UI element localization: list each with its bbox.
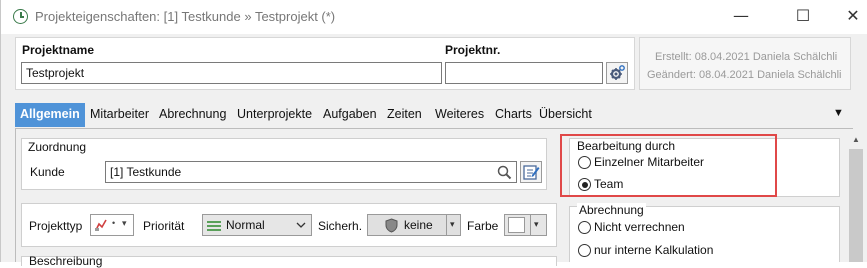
tab-unterprojekte[interactable]: Unterprojekte (237, 107, 312, 121)
tab-mitarbeiter[interactable]: Mitarbeiter (90, 107, 149, 121)
projektname-input[interactable]: Testprojekt (21, 62, 442, 84)
sicherh-value: keine (404, 218, 433, 232)
clock-icon (13, 9, 28, 24)
tabs-more-icon[interactable]: ▼ (833, 107, 844, 119)
color-swatch (508, 217, 525, 233)
tab-weiteres[interactable]: Weiteres (435, 107, 484, 121)
prioritaet-select[interactable]: Normal (202, 214, 312, 236)
chevron-down-icon: ▾ (122, 218, 127, 228)
radio-nicht-verrechnen[interactable] (578, 221, 591, 234)
chevron-down-icon (296, 222, 306, 228)
nicht-verrechnen-label[interactable]: Nicht verrechnen (594, 220, 685, 234)
gear-icon (610, 65, 625, 80)
changed-info: Geändert: 08.04.2021 Daniela Schälchli (647, 69, 842, 81)
split-divider (446, 215, 447, 235)
edit-kunde-button[interactable] (520, 161, 542, 183)
window-title: Projekteigenschaften: [1] Testkunde » Te… (35, 9, 336, 24)
prioritaet-label: Priorität (143, 219, 185, 233)
kunde-value: [1] Testkunde (110, 165, 182, 179)
tab-allgemein[interactable]: Allgemein (15, 103, 85, 127)
project-header: Projektname Testprojekt Projektnr. (15, 37, 635, 90)
created-info: Erstellt: 08.04.2021 Daniela Schälchli (655, 51, 838, 63)
farbe-label: Farbe (467, 219, 499, 233)
tab-charts[interactable]: Charts (495, 107, 532, 121)
tab-zeiten[interactable]: Zeiten (387, 107, 422, 121)
scrollbar-thumb[interactable] (849, 149, 863, 262)
farbe-select[interactable]: ▾ (504, 214, 547, 236)
projekttyp-select[interactable]: • ▾ (90, 214, 134, 236)
projektnr-label: Projektnr. (445, 43, 501, 57)
tab-abrechnung[interactable]: Abrechnung (159, 107, 226, 121)
sicherh-label: Sicherh. (318, 219, 363, 233)
maximize-button[interactable]: ☐ (789, 5, 817, 27)
projektnr-input[interactable] (445, 62, 603, 84)
interne-kalkulation-label[interactable]: nur interne Kalkulation (594, 243, 713, 257)
minimize-button[interactable]: — (727, 5, 755, 27)
kunde-input[interactable]: [1] Testkunde (105, 161, 517, 183)
number-generator-button[interactable] (606, 62, 628, 84)
split-divider (530, 215, 531, 235)
tab-aufgaben[interactable]: Aufgaben (323, 107, 377, 121)
sicherh-select[interactable]: keine ▾ (367, 214, 461, 236)
prioritaet-value: Normal (226, 218, 265, 232)
scroll-up-icon[interactable]: ▲ (852, 135, 860, 144)
close-button[interactable]: ✕ (839, 5, 867, 27)
highlight-annotation (560, 134, 777, 197)
tab-uebersicht[interactable]: Übersicht (539, 107, 592, 121)
search-icon[interactable] (497, 165, 512, 180)
chevron-down-icon: ▾ (450, 219, 455, 229)
zuordnung-title: Zuordnung (28, 140, 87, 154)
projekttyp-label: Projekttyp (29, 219, 83, 233)
priority-icon (207, 221, 221, 231)
kunde-label: Kunde (30, 165, 65, 179)
title-bar: Projekteigenschaften: [1] Testkunde » Te… (1, 0, 867, 34)
zuordnung-group: Zuordnung Kunde [1] Testkunde (21, 138, 547, 190)
beschreibung-title: Beschreibung (29, 254, 103, 268)
tab-bar: Allgemein Mitarbeiter Abrechnung Unterpr… (15, 103, 853, 127)
abrechnung-title: Abrechnung (577, 203, 646, 217)
attributes-group: Projekttyp • ▾ Priorität Normal Sicherh. (21, 203, 557, 247)
chevron-down-icon: ▾ (534, 219, 539, 229)
projekttyp-dot-icon: • (112, 218, 116, 228)
shield-icon (385, 218, 398, 233)
project-type-icon (95, 219, 107, 231)
projektname-label: Projektname (22, 43, 95, 57)
radio-interne-kalkulation[interactable] (578, 244, 591, 257)
audit-info: Erstellt: 08.04.2021 Daniela Schälchli G… (639, 37, 851, 90)
beschreibung-group: Beschreibung (21, 254, 557, 268)
edit-icon (523, 165, 540, 180)
abrechnung-group: Abrechnung Nicht verrechnen nur interne … (569, 203, 840, 262)
project-properties-window: Projekteigenschaften: [1] Testkunde » Te… (0, 0, 867, 268)
